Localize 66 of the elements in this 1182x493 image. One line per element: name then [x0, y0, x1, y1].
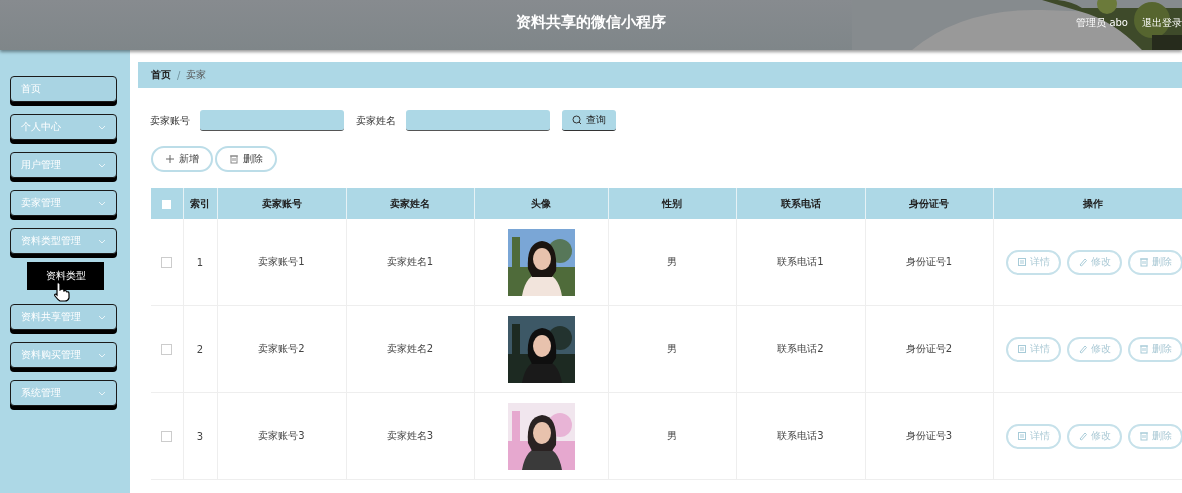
pencil-icon: [1077, 257, 1088, 267]
table-cell: 身份证号3: [865, 392, 993, 480]
pencil-icon: [1077, 344, 1088, 354]
table-cell: 联系电话3: [736, 392, 865, 480]
table-cell: 男: [608, 305, 736, 393]
table-cell: 卖家账号1: [217, 219, 346, 306]
table-cell: 联系电话2: [736, 305, 865, 393]
table-cell: 1: [183, 219, 217, 306]
edit-button[interactable]: 修改: [1066, 249, 1122, 275]
document-icon: [1016, 257, 1027, 267]
delete-button[interactable]: 删除: [215, 146, 277, 172]
field-label: 卖家账号: [150, 113, 190, 128]
delete-button[interactable]: 删除: [1127, 423, 1182, 449]
table-cell: 身份证号2: [865, 305, 993, 393]
edit-button[interactable]: 修改: [1066, 423, 1122, 449]
table-cell: 卖家账号2: [217, 305, 346, 393]
table-cell: 身份证号1: [865, 219, 993, 306]
delete-button[interactable]: 删除: [1127, 249, 1182, 275]
document-icon: [1016, 431, 1027, 441]
edit-button[interactable]: 修改: [1066, 336, 1122, 362]
breadcrumb-item[interactable]: 首页: [151, 68, 171, 82]
document-icon: [1016, 344, 1027, 354]
detail-button[interactable]: 详情: [1005, 336, 1061, 362]
row-checkbox[interactable]: [161, 343, 173, 355]
breadcrumb-separator: /: [177, 69, 181, 81]
field-label: 卖家姓名: [356, 113, 396, 128]
row-checkbox[interactable]: [161, 430, 173, 442]
add-button[interactable]: 新增: [151, 146, 213, 172]
table-cell: 卖家姓名1: [346, 219, 474, 306]
column-header: 联系电话: [736, 188, 865, 219]
table-cell: 联系电话1: [736, 219, 865, 306]
detail-button[interactable]: 详情: [1005, 249, 1061, 275]
table-cell: 男: [608, 219, 736, 306]
search-icon: [572, 115, 582, 125]
trash-icon: [1138, 257, 1149, 267]
table-cell: 男: [608, 392, 736, 480]
logout-link[interactable]: 退出登录: [1142, 16, 1182, 30]
trash-icon: [1138, 344, 1149, 354]
submenu-item[interactable]: 资料类型: [27, 262, 104, 290]
select-all-checkbox[interactable]: [162, 199, 172, 209]
column-header: 卖家姓名: [346, 188, 474, 219]
pencil-icon: [1077, 431, 1088, 441]
search-field[interactable]: [406, 110, 550, 131]
plus-icon: [165, 154, 175, 164]
trash-icon: [1138, 431, 1149, 441]
row-checkbox[interactable]: [161, 256, 173, 268]
table-cell: 卖家姓名2: [346, 305, 474, 393]
hand-cursor-icon: [52, 282, 70, 302]
search-field[interactable]: [200, 110, 344, 131]
column-header: 操作: [993, 188, 1182, 219]
delete-button[interactable]: 删除: [1127, 336, 1182, 362]
app-title: 资料共享的微信小程序: [516, 13, 666, 32]
table-cell: 3: [183, 392, 217, 480]
table-cell: 2: [183, 305, 217, 393]
table-cell: 卖家账号3: [217, 392, 346, 480]
detail-button[interactable]: 详情: [1005, 423, 1061, 449]
column-header: 索引: [183, 188, 217, 219]
breadcrumb-item: 卖家: [186, 68, 207, 82]
column-header: 卖家账号: [217, 188, 346, 219]
column-header: 头像: [474, 188, 608, 219]
search-button[interactable]: 查询: [562, 110, 616, 131]
user-label: 管理员 abo: [1076, 16, 1128, 30]
column-header: 性别: [608, 188, 736, 219]
trash-icon: [229, 154, 239, 164]
column-header: 身份证号: [865, 188, 993, 219]
table-cell: 卖家姓名3: [346, 392, 474, 480]
